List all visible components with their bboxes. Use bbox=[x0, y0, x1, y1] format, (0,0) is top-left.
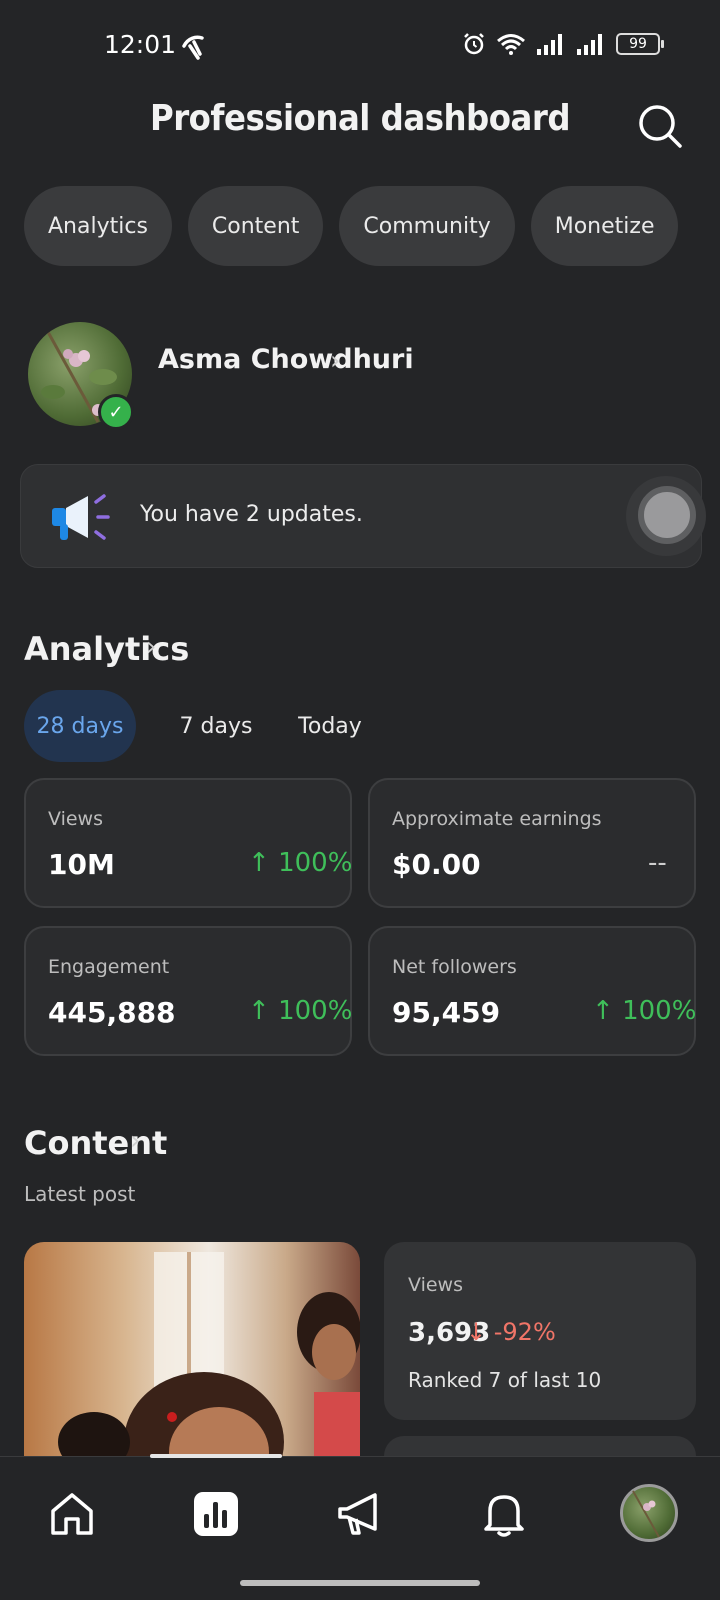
metric-label: Approximate earnings bbox=[392, 808, 602, 830]
analytics-title[interactable]: Analytics bbox=[24, 630, 189, 668]
carrier-icon bbox=[182, 35, 204, 60]
banner-text: You have 2 updates. bbox=[140, 502, 363, 527]
metric-delta: ↑ 100% bbox=[248, 848, 353, 878]
search-icon[interactable] bbox=[636, 102, 684, 150]
wifi-icon bbox=[497, 34, 525, 55]
status-icons: 99 bbox=[462, 32, 664, 56]
metric-card-earnings[interactable] bbox=[368, 778, 696, 908]
alarm-icon bbox=[464, 33, 484, 55]
banner-toggle[interactable] bbox=[638, 486, 696, 544]
delta-text: 100% bbox=[278, 996, 353, 1026]
metric-label: Net followers bbox=[392, 956, 517, 978]
insights-icon bbox=[194, 1492, 238, 1536]
nav-home[interactable] bbox=[44, 1486, 100, 1542]
battery-indicator: 99 bbox=[616, 33, 664, 55]
post-views-delta: ↓ -92% bbox=[466, 1318, 556, 1346]
verified-badge-icon: ✓ bbox=[98, 394, 134, 430]
nav-notifications[interactable] bbox=[476, 1486, 532, 1542]
delta-text: 100% bbox=[278, 848, 353, 878]
nav-insights[interactable] bbox=[188, 1486, 244, 1542]
nav-profile-avatar[interactable] bbox=[620, 1484, 678, 1542]
metric-delta: ↑ 100% bbox=[592, 996, 697, 1026]
status-time: 12:01 bbox=[104, 30, 177, 59]
chevron-right-icon[interactable]: › bbox=[146, 632, 156, 662]
delta-text: 100% bbox=[622, 996, 697, 1026]
flower-photo bbox=[632, 1490, 660, 1538]
home-icon bbox=[51, 1493, 93, 1535]
range-tab-today[interactable]: Today bbox=[278, 690, 382, 762]
post-views-label: Views bbox=[408, 1274, 463, 1296]
range-tab-28-days[interactable]: 28 days bbox=[24, 690, 136, 762]
page-title: Professional dashboard bbox=[149, 98, 571, 139]
chevron-right-icon[interactable]: › bbox=[330, 346, 340, 376]
post-image bbox=[58, 1252, 360, 1456]
metric-card-views[interactable] bbox=[24, 778, 352, 908]
metric-card-followers[interactable] bbox=[368, 926, 696, 1056]
chip-content[interactable]: Content bbox=[187, 186, 324, 266]
signal-icon bbox=[577, 34, 602, 55]
chip-analytics[interactable]: Analytics bbox=[24, 186, 172, 266]
metric-label: Views bbox=[48, 808, 103, 830]
metric-value: 95,459 bbox=[392, 996, 501, 1029]
bell-icon bbox=[484, 1495, 524, 1537]
ads-icon bbox=[338, 1493, 377, 1535]
post-thumbnail[interactable] bbox=[24, 1242, 360, 1456]
megaphone-icon bbox=[52, 494, 110, 540]
latest-post-label: Latest post bbox=[24, 1182, 136, 1206]
post-rank: Ranked 7 of last 10 bbox=[408, 1368, 602, 1392]
metric-value: 10M bbox=[48, 848, 115, 881]
home-indicator bbox=[240, 1580, 480, 1586]
metric-delta: -- bbox=[648, 848, 667, 878]
metric-value: 445,888 bbox=[48, 996, 176, 1029]
metric-value: $0.00 bbox=[392, 848, 481, 881]
profile-name[interactable]: Asma Chowdhuri bbox=[158, 344, 414, 375]
content-title[interactable]: Content bbox=[24, 1124, 167, 1162]
chevron-right-icon[interactable]: › bbox=[130, 1126, 140, 1156]
scroll-indicator bbox=[150, 1454, 282, 1458]
metric-card-engagement[interactable] bbox=[24, 926, 352, 1056]
nav-ads[interactable] bbox=[332, 1486, 388, 1542]
delta-text: -92% bbox=[493, 1318, 556, 1346]
range-tab-7-days[interactable]: 7 days bbox=[160, 690, 272, 762]
chip-community[interactable]: Community bbox=[339, 186, 515, 266]
metric-delta: ↑ 100% bbox=[248, 996, 353, 1026]
metric-label: Engagement bbox=[48, 956, 170, 978]
chip-monetize[interactable]: Monetize bbox=[530, 186, 679, 266]
signal-icon bbox=[537, 34, 562, 55]
category-chips: Analytics Content Community Monetize bbox=[24, 186, 679, 266]
